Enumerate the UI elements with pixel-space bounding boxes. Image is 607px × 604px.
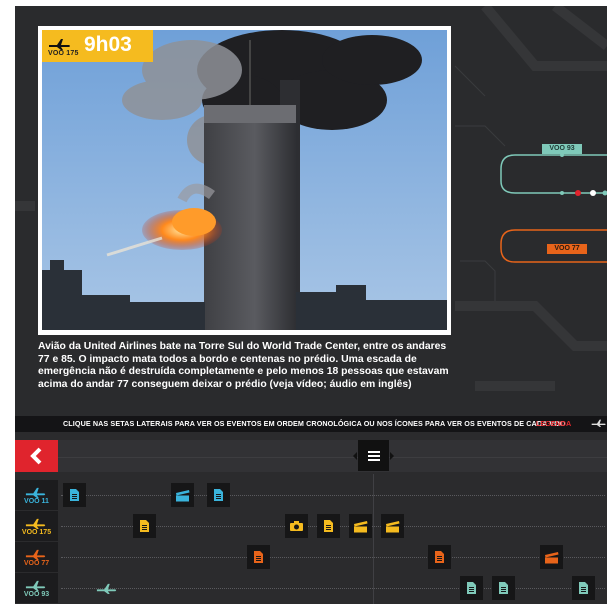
timeline-menu-button[interactable]: [358, 440, 389, 471]
flight-row: VOO 175: [15, 511, 607, 542]
scroll-right-arrow-icon[interactable]: [390, 452, 394, 460]
time-badge: VOO 175 9h03: [42, 30, 153, 62]
instruction-bar: CLIQUE NAS SETAS LATERAIS PARA VER OS EV…: [15, 416, 607, 432]
event-document-icon[interactable]: [428, 545, 451, 569]
time-badge-flight: VOO 175: [48, 50, 79, 57]
event-document-icon[interactable]: [572, 576, 595, 600]
flight-row-track: [61, 495, 605, 496]
event-document-icon[interactable]: [460, 576, 483, 600]
flight-row: VOO 11: [15, 480, 607, 511]
event-document-icon[interactable]: [207, 483, 230, 507]
app-window: VOO 93 VOO 77 VOO 175 9h03 Avião da Unit…: [0, 0, 607, 604]
flight-name: VOO 11: [24, 498, 49, 505]
flight-row-track: [61, 557, 605, 558]
time-badge-value: 9h03: [84, 33, 132, 56]
timeline-nav-strip: [58, 440, 607, 472]
flight-label[interactable]: VOO 93: [15, 573, 58, 603]
flight-row: VOO 93: [15, 573, 607, 604]
chevron-left-icon: [29, 447, 41, 465]
interactive-stage: VOO 93 VOO 77 VOO 175 9h03 Avião da Unit…: [15, 6, 607, 604]
event-camera-icon[interactable]: [285, 514, 308, 538]
legend-plane-icon[interactable]: [591, 417, 607, 429]
menu-icon: [367, 450, 380, 461]
event-photo: [42, 30, 447, 330]
event-clapper-icon[interactable]: [381, 514, 404, 538]
event-plane-icon[interactable]: [95, 576, 118, 600]
event-document-icon[interactable]: [317, 514, 340, 538]
event-document-icon[interactable]: [133, 514, 156, 538]
route-tag-voo93[interactable]: VOO 93: [542, 144, 582, 154]
event-document-icon[interactable]: [63, 483, 86, 507]
scroll-left-arrow-icon[interactable]: [353, 452, 357, 460]
flight-row-track: [61, 588, 605, 589]
previous-event-button[interactable]: [15, 440, 58, 472]
flight-name: VOO 175: [21, 529, 52, 536]
photo-frame: VOO 175 9h03: [38, 26, 451, 335]
flight-name: VOO 93: [23, 591, 50, 598]
flight-label[interactable]: VOO 11: [15, 480, 58, 510]
timeline-axis-line: [58, 457, 607, 458]
event-caption: Avião da United Airlines bate na Torre S…: [38, 341, 449, 390]
flight-label[interactable]: VOO 175: [15, 511, 58, 541]
event-document-icon[interactable]: [492, 576, 515, 600]
plane-icon: [49, 39, 70, 50]
event-clapper-icon[interactable]: [349, 514, 372, 538]
flight-label[interactable]: VOO 77: [15, 542, 58, 572]
event-clapper-icon[interactable]: [171, 483, 194, 507]
flight-row: VOO 77: [15, 542, 607, 573]
legend-link[interactable]: LEGENDA: [536, 419, 571, 428]
event-document-icon[interactable]: [247, 545, 270, 569]
flight-name: VOO 77: [23, 560, 50, 567]
instruction-text: CLIQUE NAS SETAS LATERAIS PARA VER OS EV…: [63, 419, 566, 428]
event-clapper-icon[interactable]: [540, 545, 563, 569]
timeline-panel: VOO 11 VOO 175 VOO 77 VOO 93: [15, 432, 607, 604]
route-tag-voo77[interactable]: VOO 77: [547, 244, 587, 254]
